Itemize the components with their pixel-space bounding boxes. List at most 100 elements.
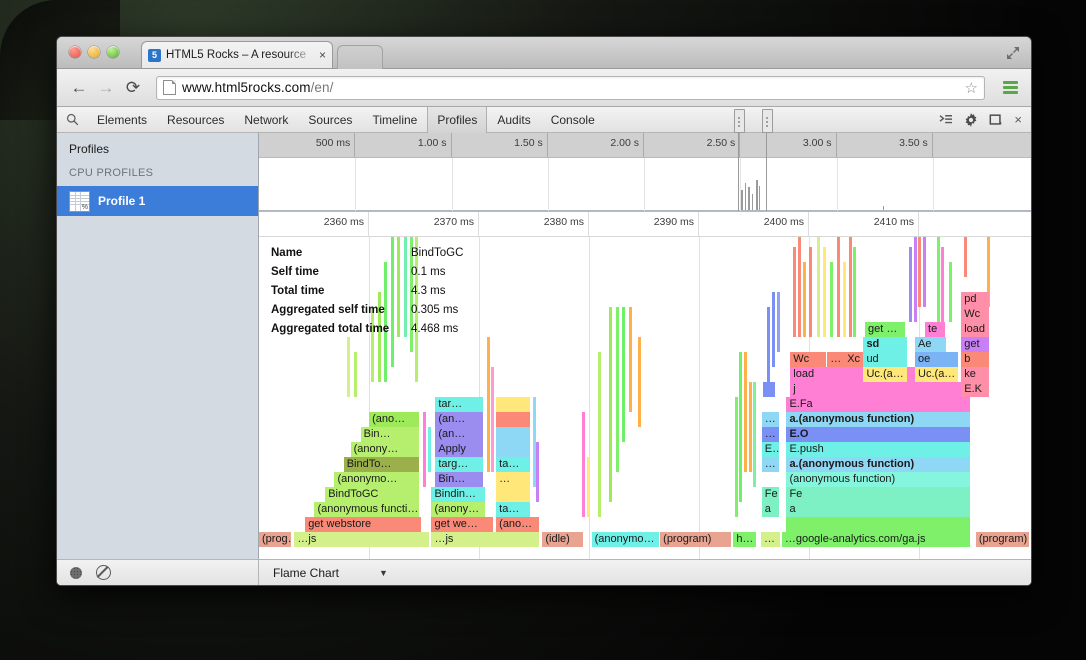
back-button[interactable]: ← <box>67 76 91 100</box>
flame-frame[interactable] <box>384 262 387 382</box>
flame-frame[interactable] <box>496 442 530 457</box>
record-icon[interactable] <box>70 567 82 579</box>
flame-frame[interactable]: get we… <box>431 517 493 532</box>
flame-frame[interactable] <box>849 237 852 337</box>
flame-frame[interactable]: Uc.(a… <box>915 367 958 382</box>
devtools-tab-audits[interactable]: Audits <box>487 107 540 133</box>
flame-frame[interactable]: get … <box>865 322 905 337</box>
address-bar[interactable]: www.html5rocks.com/en/ ☆ <box>156 76 985 100</box>
devtools-tab-resources[interactable]: Resources <box>157 107 234 133</box>
flame-frame[interactable] <box>638 337 641 427</box>
flame-frame[interactable] <box>397 237 400 337</box>
flame-frame[interactable] <box>914 237 917 322</box>
flame-frame[interactable] <box>496 487 530 502</box>
flame-frame[interactable] <box>496 427 530 442</box>
flame-frame[interactable]: load <box>961 322 989 337</box>
flame-frame[interactable]: (ano… <box>369 412 419 427</box>
flame-frame[interactable]: Uc.(a… <box>863 367 906 382</box>
devtools-tab-console[interactable]: Console <box>541 107 605 133</box>
flame-frame[interactable]: tar… <box>435 397 483 412</box>
flame-frame[interactable] <box>909 247 912 322</box>
window-minimize-button[interactable] <box>88 46 100 58</box>
flame-frame[interactable] <box>744 352 747 472</box>
gear-icon[interactable] <box>964 113 978 127</box>
flame-frame[interactable] <box>830 262 833 337</box>
flame-frame[interactable]: (anonymous function) <box>786 472 969 487</box>
flame-frame[interactable] <box>937 237 940 322</box>
flame-frame[interactable] <box>622 307 625 442</box>
flame-frame[interactable] <box>404 237 407 337</box>
flame-frame[interactable]: (program) <box>976 532 1029 547</box>
flame-frame[interactable] <box>371 307 374 382</box>
flame-frame[interactable]: (anonymo… <box>592 532 659 547</box>
flame-frame[interactable] <box>391 237 394 367</box>
browser-tab[interactable]: 5 HTML5 Rocks – A resource × <box>141 41 333 68</box>
flame-frame[interactable]: ta… <box>496 457 530 472</box>
devtools-tab-profiles[interactable]: Profiles <box>427 107 487 133</box>
flame-frame[interactable] <box>853 247 856 337</box>
flame-frame[interactable]: E.Fa <box>786 397 969 412</box>
flame-frame[interactable]: a <box>762 502 779 517</box>
window-maximize-button[interactable] <box>107 46 119 58</box>
flame-frame[interactable] <box>423 412 426 487</box>
browser-menu-button[interactable] <box>999 77 1021 99</box>
flame-frame[interactable] <box>587 457 590 517</box>
flame-frame[interactable]: …js <box>294 532 429 547</box>
flame-frame[interactable]: Bin… <box>435 472 483 487</box>
flame-frame[interactable]: …google-analytics.com/ga.js <box>782 532 971 547</box>
flame-frame[interactable]: (an… <box>435 412 483 427</box>
flame-frame[interactable]: te <box>925 322 945 337</box>
devtools-tab-elements[interactable]: Elements <box>87 107 157 133</box>
flame-frame[interactable] <box>949 262 952 322</box>
bookmark-star-icon[interactable]: ☆ <box>965 79 978 97</box>
flame-frame[interactable]: BindTo… <box>344 457 419 472</box>
dock-icon[interactable] <box>989 113 1003 127</box>
flame-frame[interactable] <box>763 382 775 397</box>
flame-frame[interactable]: Wc <box>961 307 989 322</box>
flame-frame[interactable]: (idle) <box>542 532 583 547</box>
flame-frame[interactable] <box>772 292 775 367</box>
flame-frame[interactable]: … <box>762 412 779 427</box>
flame-frame[interactable] <box>923 237 926 307</box>
flame-frame[interactable]: j <box>790 382 969 397</box>
flame-frame[interactable]: Apply <box>435 442 483 457</box>
flame-frame[interactable]: BindToGC <box>325 487 419 502</box>
flame-frame[interactable]: oe <box>915 352 958 367</box>
flame-frame[interactable]: … <box>762 457 779 472</box>
flame-frame[interactable] <box>616 307 619 472</box>
flame-frame[interactable]: ta… <box>496 502 530 517</box>
flame-frame[interactable]: E.push <box>786 442 969 457</box>
flame-frame[interactable] <box>918 237 921 307</box>
flame-frame[interactable]: Fe <box>786 487 969 502</box>
flame-frame[interactable]: E… <box>762 442 779 457</box>
flame-frame[interactable]: pd <box>961 292 989 307</box>
flame-frame[interactable] <box>487 337 490 472</box>
search-icon[interactable] <box>57 113 87 126</box>
flame-frame[interactable] <box>609 307 612 502</box>
flame-frame[interactable]: (prog… <box>259 532 291 547</box>
flame-frame[interactable] <box>536 442 539 502</box>
flame-frame[interactable]: a.(anonymous function) <box>786 412 969 427</box>
flame-frame[interactable] <box>428 427 431 472</box>
flame-frame[interactable] <box>803 262 806 337</box>
flame-frame[interactable]: ke <box>961 367 989 382</box>
flame-chart-canvas[interactable]: NameBindToGCSelf time0.1 msTotal time4.3… <box>259 237 1031 559</box>
flame-frame[interactable] <box>354 352 357 397</box>
flame-frame[interactable] <box>735 397 738 517</box>
flame-frame[interactable] <box>817 237 820 337</box>
flame-frame[interactable]: Fe <box>762 487 779 502</box>
flame-frame[interactable] <box>491 367 494 472</box>
flame-frame[interactable] <box>753 382 756 487</box>
fullscreen-icon[interactable] <box>1005 45 1021 61</box>
flame-frame[interactable]: Bindin… <box>431 487 485 502</box>
flame-frame[interactable] <box>749 382 752 472</box>
flame-frame[interactable]: get <box>961 337 989 352</box>
flame-frame[interactable]: (anony… <box>351 442 420 457</box>
flame-frame[interactable]: (anonymous functi… <box>314 502 419 517</box>
drawer-icon[interactable] <box>939 114 953 126</box>
flame-frame[interactable] <box>598 352 601 517</box>
flame-frame[interactable]: (ano… <box>496 517 539 532</box>
overview-drag-handle[interactable] <box>734 109 745 133</box>
flame-frame[interactable] <box>941 247 944 322</box>
reload-button[interactable]: ⟳ <box>121 76 145 100</box>
